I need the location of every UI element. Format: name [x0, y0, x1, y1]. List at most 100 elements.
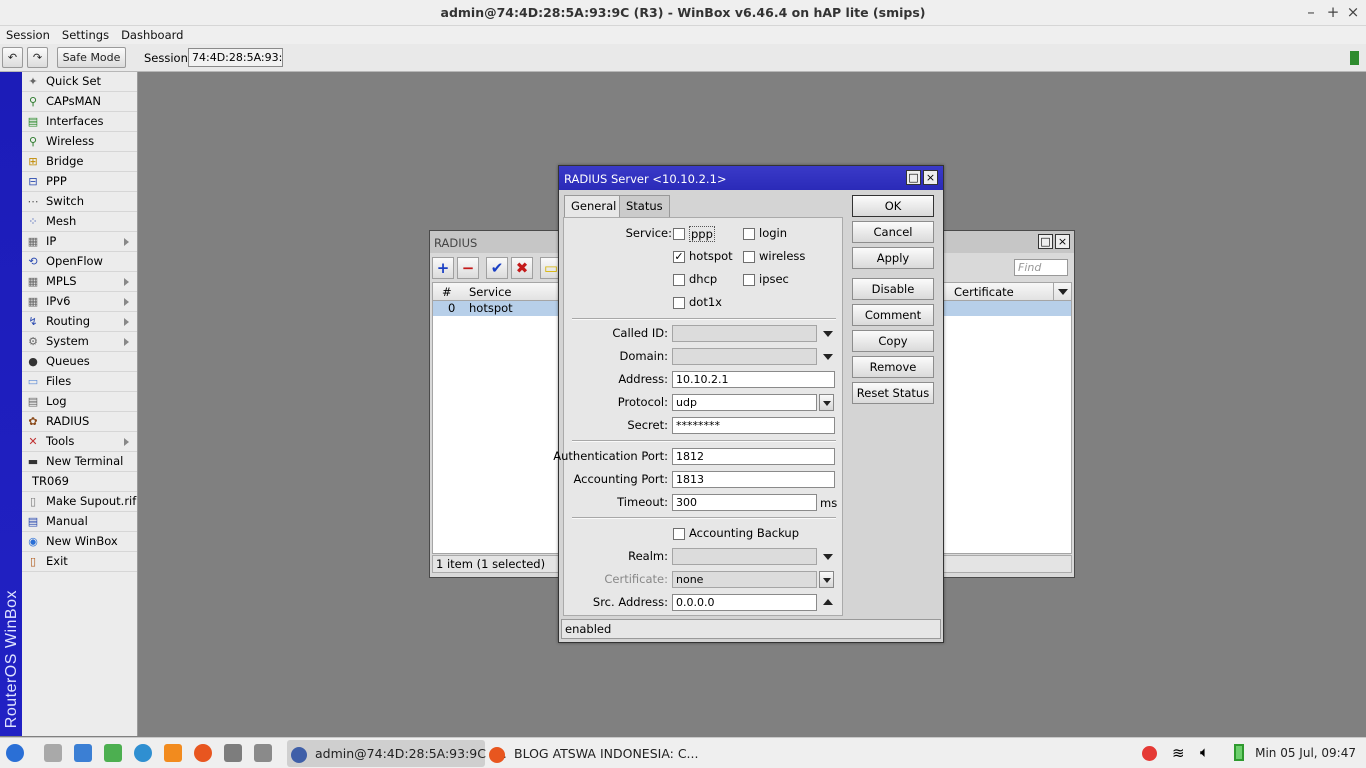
- chevron-down-icon[interactable]: [823, 331, 833, 337]
- text-editor-icon[interactable]: [74, 744, 92, 762]
- spreadsheet-icon[interactable]: [104, 744, 122, 762]
- sidebar-item-exit[interactable]: ▯ Exit: [22, 552, 137, 572]
- sidebar-item-openflow[interactable]: ⟲ OpenFlow: [22, 252, 137, 272]
- disable-button[interactable]: ✖: [511, 257, 533, 279]
- disable-button[interactable]: Disable: [852, 278, 934, 300]
- domain-field[interactable]: [672, 348, 817, 365]
- sidebar-item-make-supout-rif[interactable]: ▯ Make Supout.rif: [22, 492, 137, 512]
- file-manager-icon[interactable]: [44, 744, 62, 762]
- column-header-certificate[interactable]: Certificate: [954, 285, 1014, 299]
- menu-settings[interactable]: Settings: [56, 26, 115, 42]
- reset-status-button[interactable]: Reset Status: [852, 382, 934, 404]
- comment-button[interactable]: Comment: [852, 304, 934, 326]
- minimize-button[interactable]: –: [1302, 3, 1320, 21]
- close-icon[interactable]: ×: [923, 170, 938, 185]
- browser-icon[interactable]: [134, 744, 152, 762]
- dhcp-checkbox[interactable]: [673, 274, 685, 286]
- wifi-icon[interactable]: ≋: [1172, 744, 1185, 762]
- tab-general[interactable]: General: [564, 195, 624, 218]
- sidebar-item-system[interactable]: ⚙ System: [22, 332, 137, 352]
- taskbar-item-winbox[interactable]: admin@74:4D:28:5A:93:9C (...: [287, 740, 507, 767]
- redo-button[interactable]: ↷: [27, 47, 48, 68]
- ppp-checkbox[interactable]: [673, 228, 685, 240]
- add-button[interactable]: +: [432, 257, 454, 279]
- address-field[interactable]: 10.10.2.1: [672, 371, 835, 388]
- sidebar-item-wireless[interactable]: ⚲ Wireless: [22, 132, 137, 152]
- volume-icon[interactable]: 🔈︎: [1200, 743, 1209, 761]
- certificate-select[interactable]: none: [672, 571, 817, 588]
- remove-button[interactable]: −: [457, 257, 479, 279]
- notification-icon[interactable]: [1142, 746, 1157, 761]
- ipsec-checkbox[interactable]: [743, 274, 755, 286]
- columns-dropdown[interactable]: [1053, 283, 1072, 300]
- timeout-field[interactable]: 300: [672, 494, 817, 511]
- sidebar-item-log[interactable]: ▤ Log: [22, 392, 137, 412]
- app-grid-icon[interactable]: [164, 744, 182, 762]
- clock[interactable]: Min 05 Jul, 09:47: [1255, 746, 1356, 760]
- tools-icon[interactable]: [254, 744, 272, 762]
- safe-mode-button[interactable]: Safe Mode: [57, 47, 126, 68]
- ok-button[interactable]: OK: [852, 195, 934, 217]
- sidebar-item-switch[interactable]: ⋯ Switch: [22, 192, 137, 212]
- auth-port-field[interactable]: 1812: [672, 448, 835, 465]
- wireless-checkbox[interactable]: [743, 251, 755, 263]
- certificate-dropdown-button[interactable]: [819, 571, 834, 588]
- login-checkbox[interactable]: [743, 228, 755, 240]
- realm-field[interactable]: [672, 548, 817, 565]
- sidebar-item-quick-set[interactable]: ✦ Quick Set: [22, 72, 137, 92]
- column-header-service[interactable]: Service: [469, 285, 512, 299]
- sidebar-item-tr069[interactable]: TR069: [22, 472, 137, 492]
- battery-icon[interactable]: [1234, 744, 1244, 761]
- maximize-button[interactable]: +: [1324, 3, 1342, 21]
- sidebar-item-tools[interactable]: ✕ Tools: [22, 432, 137, 452]
- dialog-titlebar[interactable]: RADIUS Server <10.10.2.1> □ ×: [559, 166, 943, 190]
- called-id-field[interactable]: [672, 325, 817, 342]
- src-address-field[interactable]: 0.0.0.0: [672, 594, 817, 611]
- hotspot-checkbox[interactable]: ✓: [673, 251, 685, 263]
- chevron-down-icon[interactable]: [823, 554, 833, 560]
- sidebar-item-mesh[interactable]: ⁘ Mesh: [22, 212, 137, 232]
- sidebar-item-ip[interactable]: ▦ IP: [22, 232, 137, 252]
- find-input[interactable]: Find: [1014, 259, 1068, 276]
- copy-button[interactable]: Copy: [852, 330, 934, 352]
- chevron-up-icon[interactable]: [823, 599, 833, 605]
- chevron-down-icon[interactable]: [823, 354, 833, 360]
- maximize-icon[interactable]: □: [1038, 234, 1053, 249]
- close-button[interactable]: ×: [1344, 3, 1362, 21]
- sidebar-item-new-winbox[interactable]: ◉ New WinBox: [22, 532, 137, 552]
- sidebar-item-new-terminal[interactable]: ▬ New Terminal: [22, 452, 137, 472]
- protocol-select[interactable]: udp: [672, 394, 817, 411]
- sidebar-item-routing[interactable]: ↯ Routing: [22, 312, 137, 332]
- sidebar-item-ppp[interactable]: ⊟ PPP: [22, 172, 137, 192]
- firefox-icon[interactable]: [194, 744, 212, 762]
- menu-dashboard[interactable]: Dashboard: [115, 26, 189, 42]
- secret-field[interactable]: ********: [672, 417, 835, 434]
- undo-button[interactable]: ↶: [2, 47, 23, 68]
- dot1x-checkbox[interactable]: [673, 297, 685, 309]
- protocol-dropdown-button[interactable]: [819, 394, 834, 411]
- sidebar-item-manual[interactable]: ▤ Manual: [22, 512, 137, 532]
- notes-icon[interactable]: [224, 744, 242, 762]
- sidebar-item-queues[interactable]: ● Queues: [22, 352, 137, 372]
- sidebar-item-ipv6[interactable]: ▦ IPv6: [22, 292, 137, 312]
- acct-port-field[interactable]: 1813: [672, 471, 835, 488]
- maximize-icon[interactable]: □: [906, 170, 921, 185]
- sidebar-item-interfaces[interactable]: ▤ Interfaces: [22, 112, 137, 132]
- sidebar-item-capsman[interactable]: ⚲ CAPsMAN: [22, 92, 137, 112]
- sidebar-item-radius[interactable]: ✿ RADIUS: [22, 412, 137, 432]
- sidebar-item-bridge[interactable]: ⊞ Bridge: [22, 152, 137, 172]
- start-menu-icon[interactable]: [6, 744, 24, 762]
- cancel-button[interactable]: Cancel: [852, 221, 934, 243]
- menu-session[interactable]: Session: [0, 26, 56, 42]
- sidebar-item-files[interactable]: ▭ Files: [22, 372, 137, 392]
- enable-button[interactable]: ✔: [486, 257, 508, 279]
- sidebar-item-mpls[interactable]: ▦ MPLS: [22, 272, 137, 292]
- apply-button[interactable]: Apply: [852, 247, 934, 269]
- column-header-num[interactable]: #: [442, 285, 452, 299]
- tab-status[interactable]: Status: [619, 195, 670, 217]
- close-icon[interactable]: ×: [1055, 234, 1070, 249]
- taskbar-item-browser[interactable]: BLOG ATSWA INDONESIA: C...: [489, 740, 698, 767]
- remove-button[interactable]: Remove: [852, 356, 934, 378]
- accounting-backup-checkbox[interactable]: [673, 528, 685, 540]
- session-field[interactable]: 74:4D:28:5A:93:9C: [188, 48, 283, 67]
